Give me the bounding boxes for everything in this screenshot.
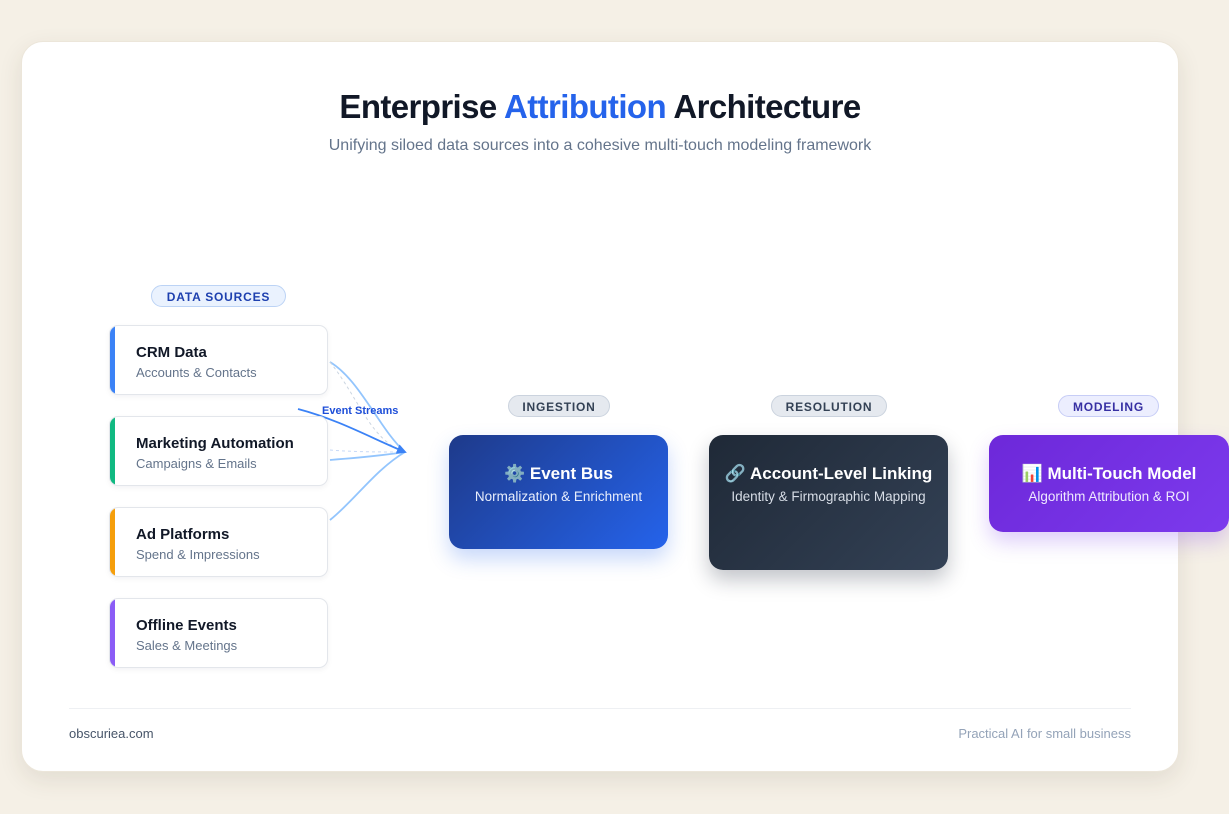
source-desc: Sales & Meetings	[136, 638, 238, 653]
source-accent-bar	[110, 599, 115, 667]
source-accent-bar	[110, 326, 115, 394]
event-streams-label: Event Streams	[322, 405, 399, 417]
source-accent-bar	[110, 508, 115, 576]
event-bus-title: ⚙️ Event Bus	[503, 464, 614, 483]
account-linking-title: 🔗 Account-Level Linking	[724, 464, 933, 483]
source-crm-data: CRM Data Accounts & Contacts	[109, 325, 328, 395]
account-linking-desc: Identity & Firmographic Mapping	[731, 489, 926, 504]
source-desc: Campaigns & Emails	[136, 456, 257, 471]
source-name: Marketing Automation	[136, 435, 294, 452]
source-name: Ad Platforms	[136, 526, 230, 543]
multi-touch-title: 📊 Multi-Touch Model	[1021, 464, 1197, 483]
source-name: Offline Events	[136, 617, 237, 634]
source-desc: Spend & Impressions	[136, 547, 260, 562]
event-bus-node: ⚙️ Event Bus Normalization & Enrichment	[449, 435, 668, 549]
footer-divider	[69, 708, 1131, 709]
footer-site: obscuriea.com	[69, 726, 154, 741]
source-ad-platforms: Ad Platforms Spend & Impressions	[109, 507, 328, 577]
account-linking-node: 🔗 Account-Level Linking Identity & Firmo…	[709, 435, 948, 570]
footer-tagline: Practical AI for small business	[958, 726, 1131, 741]
connector-ad-platforms	[329, 451, 406, 521]
multi-touch-model-node: 📊 Multi-Touch Model Algorithm Attributio…	[989, 435, 1229, 532]
source-marketing-automation: Marketing Automation Campaigns & Emails	[109, 416, 328, 486]
event-bus-desc: Normalization & Enrichment	[474, 489, 643, 504]
source-desc: Accounts & Contacts	[136, 365, 257, 380]
source-offline-events: Offline Events Sales & Meetings	[109, 598, 328, 668]
connector-marketing	[329, 449, 406, 453]
multi-touch-desc: Algorithm Attribution & ROI	[1028, 489, 1190, 504]
connector-lines	[297, 361, 407, 521]
source-accent-bar	[110, 417, 115, 485]
source-name: CRM Data	[136, 344, 207, 361]
